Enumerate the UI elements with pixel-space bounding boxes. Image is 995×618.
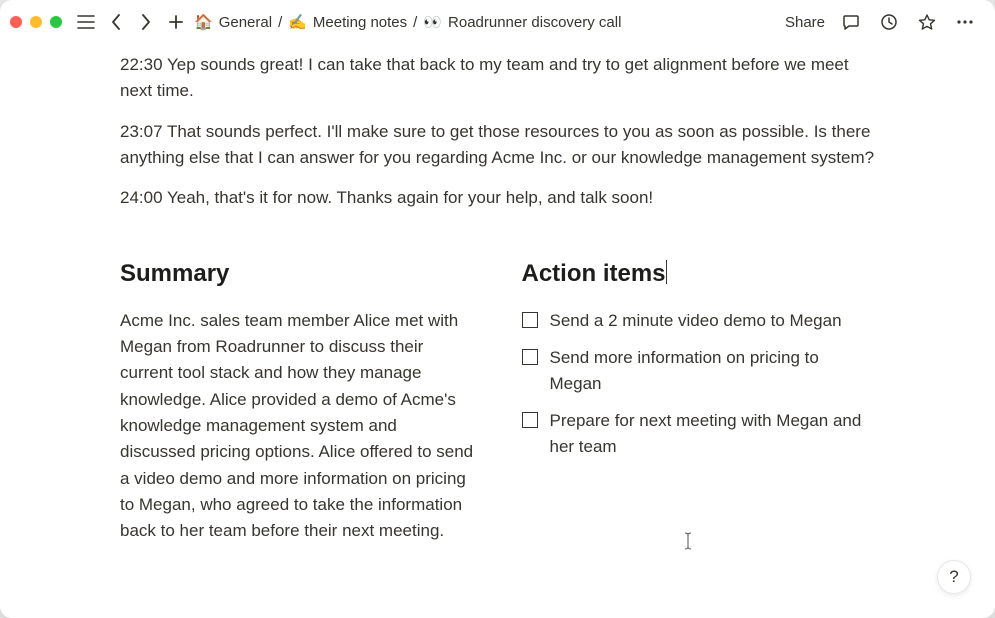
nav-back-button[interactable] [104, 10, 128, 34]
new-tab-button[interactable] [164, 10, 188, 34]
close-window-button[interactable] [10, 16, 22, 28]
topbar: 🏠 General / ✍️ Meeting notes / 👀 Roadrun… [0, 0, 995, 44]
todo-text[interactable]: Send more information on pricing to Mega… [550, 345, 876, 396]
nav-forward-button[interactable] [134, 10, 158, 34]
breadcrumb-mid[interactable]: ✍️ Meeting notes [288, 14, 407, 31]
action-items-column[interactable]: Action items Send a 2 minute video demo … [522, 260, 876, 545]
breadcrumb-separator: / [278, 14, 282, 31]
minimize-window-button[interactable] [30, 16, 42, 28]
favorite-icon[interactable] [915, 10, 939, 34]
todo-text[interactable]: Prepare for next meeting with Megan and … [550, 408, 876, 459]
breadcrumb-root-label: General [219, 14, 272, 31]
window-controls [10, 16, 62, 28]
transcript-line[interactable]: 22:30 Yep sounds great! I can take that … [120, 52, 875, 105]
help-button[interactable]: ? [937, 560, 971, 594]
checkbox[interactable] [522, 412, 538, 428]
breadcrumb-leaf[interactable]: 👀 Roadrunner discovery call [423, 14, 621, 31]
todo-item[interactable]: Prepare for next meeting with Megan and … [522, 408, 876, 459]
menu-icon[interactable] [74, 10, 98, 34]
writing-hand-icon: ✍️ [288, 15, 307, 30]
todo-item[interactable]: Send a 2 minute video demo to Megan [522, 308, 876, 334]
breadcrumb: 🏠 General / ✍️ Meeting notes / 👀 Roadrun… [194, 14, 779, 31]
page-content[interactable]: 22:30 Yep sounds great! I can take that … [0, 44, 995, 618]
checkbox[interactable] [522, 312, 538, 328]
comments-icon[interactable] [839, 10, 863, 34]
maximize-window-button[interactable] [50, 16, 62, 28]
breadcrumb-leaf-label: Roadrunner discovery call [448, 14, 621, 31]
action-items-heading-text: Action items [522, 260, 666, 287]
breadcrumb-separator: / [413, 14, 417, 31]
checkbox[interactable] [522, 349, 538, 365]
two-column-layout: Summary Acme Inc. sales team member Alic… [120, 260, 875, 545]
app-window: 🏠 General / ✍️ Meeting notes / 👀 Roadrun… [0, 0, 995, 618]
todo-item[interactable]: Send more information on pricing to Mega… [522, 345, 876, 396]
summary-body[interactable]: Acme Inc. sales team member Alice met wi… [120, 308, 474, 545]
summary-heading[interactable]: Summary [120, 260, 474, 288]
topbar-right: Share [785, 10, 985, 34]
help-label: ? [949, 567, 958, 587]
breadcrumb-mid-label: Meeting notes [313, 14, 407, 31]
more-icon[interactable] [953, 10, 977, 34]
share-button[interactable]: Share [785, 14, 825, 31]
breadcrumb-root[interactable]: 🏠 General [194, 14, 272, 31]
transcript-line[interactable]: 24:00 Yeah, that's it for now. Thanks ag… [120, 185, 875, 211]
summary-column[interactable]: Summary Acme Inc. sales team member Alic… [120, 260, 474, 545]
action-items-heading[interactable]: Action items [522, 260, 876, 288]
history-icon[interactable] [877, 10, 901, 34]
eyes-icon: 👀 [423, 15, 442, 30]
home-icon: 🏠 [194, 15, 213, 30]
todo-text[interactable]: Send a 2 minute video demo to Megan [550, 308, 842, 334]
text-cursor [666, 260, 667, 284]
transcript-line[interactable]: 23:07 That sounds perfect. I'll make sur… [120, 119, 875, 172]
